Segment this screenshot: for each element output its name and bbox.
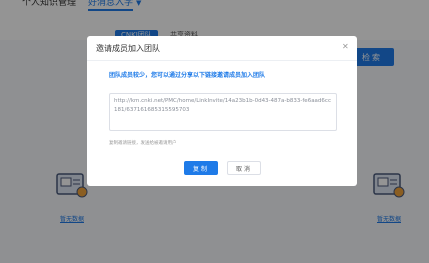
invite-link-field[interactable]: http://km.cnki.net/PMC/home/LinkInvite/1… <box>109 93 337 131</box>
dialog-title: 邀请成员加入团队 <box>96 44 160 53</box>
dialog-divider <box>87 60 357 61</box>
dialog-hint: 复制邀请链接，发送给被邀请用户 <box>109 141 177 146</box>
dialog-message: 团队成员较少，您可以通过分享以下链接邀请成员加入团队 <box>109 72 266 79</box>
close-icon[interactable]: ✕ <box>342 42 349 51</box>
copy-button[interactable]: 复制 <box>184 161 218 175</box>
invite-dialog: 邀请成员加入团队 ✕ 团队成员较少，您可以通过分享以下链接邀请成员加入团队 ht… <box>87 36 357 186</box>
cancel-button[interactable]: 取消 <box>227 161 261 175</box>
